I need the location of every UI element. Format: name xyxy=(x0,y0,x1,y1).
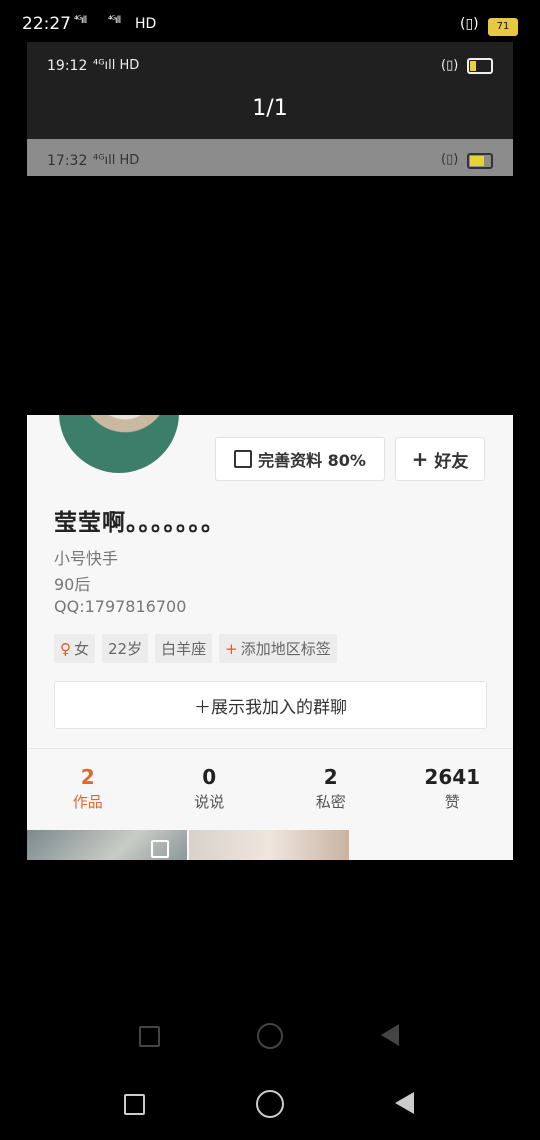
tab-private[interactable]: 2 私密 xyxy=(270,765,392,812)
multi-image-icon xyxy=(151,840,169,858)
tag-list: ♀ 女 22岁 白羊座 + 添加地区标签 xyxy=(54,634,337,663)
plus-icon: + xyxy=(411,447,429,471)
complete-profile-label: 完善资料 80% xyxy=(258,451,366,470)
bio-line-3: QQ:1797816700 xyxy=(54,597,187,616)
avatar[interactable] xyxy=(59,415,179,473)
tag-gender-label: 女 xyxy=(74,640,90,658)
complete-profile-button[interactable]: 完善资料 80% xyxy=(215,437,385,481)
tag-gender[interactable]: ♀ 女 xyxy=(54,634,96,663)
signal-icon-2: ⁴ᴳıll xyxy=(108,15,121,26)
moments-label: 说说 xyxy=(194,793,225,811)
tag-zodiac[interactable]: 白羊座 xyxy=(155,634,213,663)
inner-network-icon: ⁴ᴳıll HD xyxy=(93,153,140,168)
hd-icon: HD xyxy=(135,16,157,32)
recents-button[interactable] xyxy=(124,1094,145,1115)
works-label: 作品 xyxy=(72,793,103,811)
home-icon xyxy=(257,1023,283,1049)
edit-icon xyxy=(234,450,253,468)
add-friend-button[interactable]: + 好友 xyxy=(395,437,485,481)
screenshot-status-time: 19:12 xyxy=(47,58,88,74)
moments-count: 0 xyxy=(202,765,217,789)
status-time: 22:27 xyxy=(22,14,71,34)
add-friend-label: 好友 xyxy=(434,451,469,472)
inner-battery-icon xyxy=(467,153,493,169)
inner-vibrate-icon: (▯) xyxy=(441,152,459,167)
inner-status-time: 17:32 xyxy=(47,153,88,169)
stats-tabs: 2 作品 0 说说 2 私密 2641 赞 xyxy=(27,765,513,812)
female-icon: ♀ xyxy=(60,639,71,658)
profile-card[interactable]: 完善资料 80% + 好友 莹莹啊。。。。。。。 小号快手 90后 QQ:179… xyxy=(27,415,513,860)
work-thumbnail[interactable] xyxy=(27,830,187,860)
screenshot-network-icon: ⁴ᴳıll HD xyxy=(93,58,140,73)
recents-icon xyxy=(139,1026,160,1047)
private-label: 私密 xyxy=(315,793,346,811)
likes-count: 2641 xyxy=(424,765,481,789)
tag-age[interactable]: 22岁 xyxy=(102,634,149,663)
back-icon xyxy=(381,1024,399,1046)
tab-moments[interactable]: 0 说说 xyxy=(149,765,271,812)
image-counter: 1/1 xyxy=(252,96,288,121)
vibrate-icon: (▯) xyxy=(460,16,479,32)
bio-line-2: 90后 xyxy=(54,575,91,594)
inner-nav-bar xyxy=(0,1020,540,1050)
likes-label: 赞 xyxy=(444,793,460,811)
add-icon: + xyxy=(225,639,238,658)
work-thumbnail[interactable] xyxy=(189,830,349,860)
viewer-header: 19:12 ⁴ᴳıll HD (▯) 1/1 xyxy=(27,42,513,139)
home-button[interactable] xyxy=(256,1090,284,1118)
bio-line-1: 小号快手 xyxy=(54,549,119,568)
battery-icon: 71 xyxy=(488,18,518,36)
device-nav-bar xyxy=(0,1088,540,1120)
screenshot-battery-icon xyxy=(467,58,493,74)
device-status-bar: 22:27 ⁴ᴳıll ⁴ᴳıll HD (▯) 71 xyxy=(0,0,540,42)
private-count: 2 xyxy=(323,765,338,789)
inner-status-bar: 17:32 ⁴ᴳıll HD (▯) xyxy=(27,139,513,176)
screenshot-vibrate-icon: (▯) xyxy=(441,58,459,73)
profile-name: 莹莹啊。。。。。。。 xyxy=(54,510,225,536)
works-count: 2 xyxy=(80,765,95,789)
show-groups-button[interactable]: ＋展示我加入的群聊 xyxy=(54,681,487,729)
tab-works[interactable]: 2 作品 xyxy=(27,765,149,812)
divider xyxy=(27,748,513,749)
tag-add-region-label: 添加地区标签 xyxy=(240,640,331,658)
back-button[interactable] xyxy=(395,1092,414,1114)
signal-icon: ⁴ᴳıll xyxy=(74,15,87,26)
tag-add-region[interactable]: + 添加地区标签 xyxy=(219,634,337,663)
works-grid xyxy=(27,830,513,860)
tab-likes[interactable]: 2641 赞 xyxy=(392,765,514,812)
